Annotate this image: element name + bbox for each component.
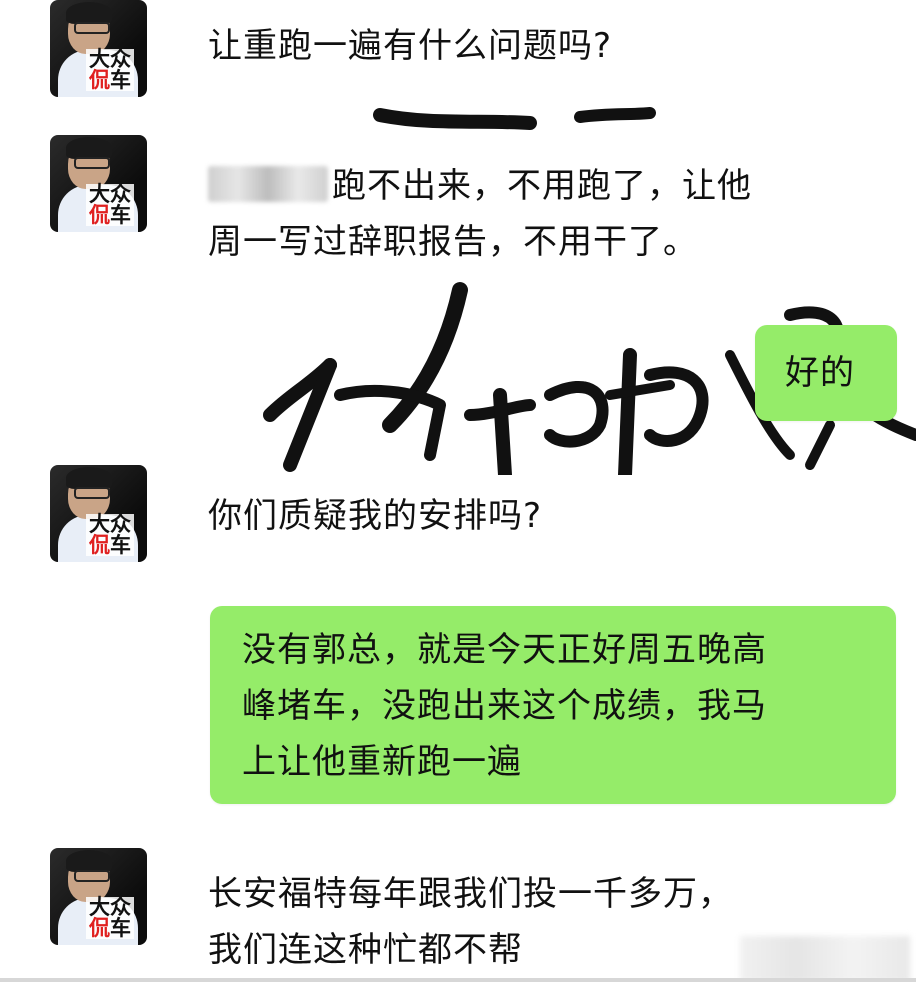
sender-avatar[interactable]: 大众 侃车	[50, 0, 147, 97]
message-text: 长安福特每年跟我们投一千多万， 我们连这种忙都不帮	[208, 874, 733, 970]
message-text: 好的	[785, 353, 855, 393]
redacted-name	[208, 166, 328, 202]
avatar-logo: 大众 侃车	[56, 47, 134, 93]
sender-avatar[interactable]: 大众 侃车	[50, 848, 147, 945]
sender-avatar[interactable]: 大众 侃车	[50, 135, 147, 232]
message-text: 没有郭总，就是今天正好周五晚高 峰堵车，没跑出来这个成绩，我马 上让他重新跑一遍	[242, 630, 767, 782]
outgoing-bubble[interactable]: 没有郭总，就是今天正好周五晚高 峰堵车，没跑出来这个成绩，我马 上让他重新跑一遍	[210, 606, 896, 804]
redacted-watermark	[740, 936, 910, 982]
avatar-logo: 大众 侃车	[56, 512, 134, 558]
message-text: 让重跑一遍有什么问题吗?	[208, 26, 613, 66]
outgoing-bubble[interactable]: 好的	[755, 325, 897, 421]
sender-avatar[interactable]: 大众 侃车	[50, 465, 147, 562]
message-text: 你们质疑我的安排吗?	[208, 496, 543, 536]
avatar-logo: 大众 侃车	[56, 182, 134, 228]
message-text: 跑不出来，不用跑了，让他 周一写过辞职报告，不用干了。	[208, 166, 752, 262]
bottom-divider	[0, 978, 916, 982]
avatar-logo: 大众 侃车	[56, 895, 134, 941]
